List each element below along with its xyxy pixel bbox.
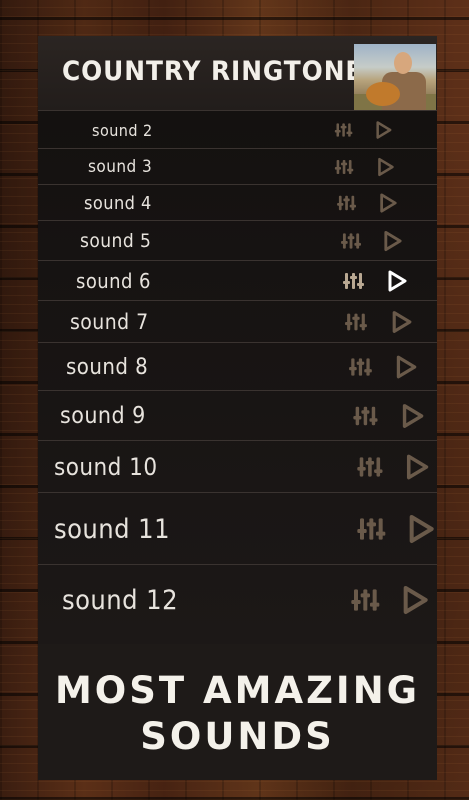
sound-row[interactable]: sound 3 <box>38 148 437 185</box>
sound-label: sound 7 <box>70 310 149 334</box>
sound-list: sound 2 sound 3 sound 4 sound 5 sound 6 sound… <box>38 110 437 644</box>
equalizer-icon[interactable] <box>352 405 380 428</box>
tagline-line1: MOST AMAZING <box>54 669 421 712</box>
sound-row[interactable]: sound 12 <box>38 564 437 635</box>
equalizer-icon[interactable] <box>336 194 358 212</box>
sound-row[interactable]: sound 8 <box>38 342 437 391</box>
tagline-line2: SOUNDS <box>140 715 335 758</box>
app-title: COUNTRY RINGTONES <box>62 56 383 87</box>
play-icon[interactable] <box>400 584 430 616</box>
play-icon[interactable] <box>406 513 436 545</box>
sound-row[interactable]: sound 2 <box>38 110 437 149</box>
sound-row[interactable]: sound 4 <box>38 184 437 221</box>
sound-label: sound 3 <box>88 157 153 177</box>
sound-row[interactable]: sound 7 <box>38 300 437 343</box>
equalizer-icon[interactable] <box>344 312 369 333</box>
play-icon[interactable] <box>374 120 393 140</box>
play-icon[interactable] <box>378 192 398 214</box>
sound-row[interactable]: sound 11 <box>38 492 437 565</box>
sound-label: sound 4 <box>84 192 152 214</box>
equalizer-icon[interactable] <box>348 356 374 378</box>
equalizer-icon[interactable] <box>356 455 385 479</box>
play-icon[interactable] <box>386 269 408 293</box>
sound-label: sound 11 <box>54 513 171 545</box>
sound-label: sound 2 <box>92 120 153 140</box>
equalizer-icon[interactable] <box>334 122 354 139</box>
sound-label: sound 10 <box>54 453 158 481</box>
sound-label: sound 9 <box>60 403 146 429</box>
equalizer-icon[interactable] <box>334 158 355 176</box>
guitarist-avatar <box>354 44 436 110</box>
play-icon[interactable] <box>394 354 418 380</box>
sound-label: sound 12 <box>62 584 179 616</box>
play-icon[interactable] <box>376 157 395 178</box>
play-icon[interactable] <box>400 402 425 430</box>
sound-label: sound 5 <box>80 230 152 252</box>
sound-label: sound 8 <box>66 354 149 380</box>
sound-row[interactable]: sound 5 <box>38 220 437 261</box>
sound-row[interactable]: sound 6 <box>38 260 437 301</box>
equalizer-icon[interactable] <box>342 271 366 291</box>
equalizer-icon[interactable] <box>350 587 382 614</box>
play-icon[interactable] <box>382 230 403 253</box>
sound-row[interactable]: sound 9 <box>38 390 437 441</box>
play-icon[interactable] <box>404 453 430 482</box>
play-icon[interactable] <box>390 310 413 335</box>
equalizer-icon[interactable] <box>356 516 388 543</box>
sound-label: sound 6 <box>76 269 151 293</box>
equalizer-icon[interactable] <box>340 232 363 251</box>
sound-row[interactable]: sound 10 <box>38 440 437 493</box>
